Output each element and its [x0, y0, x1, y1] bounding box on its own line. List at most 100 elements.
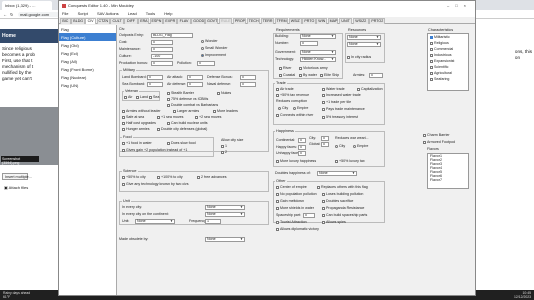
pays-trade-maintenance-checkbox[interactable]: Pays trade maintenance: [322, 107, 365, 111]
stealth-barrier-checkbox[interactable]: Stealth Barrier: [167, 91, 194, 95]
veteran-air-checkbox[interactable]: Air: [124, 95, 132, 99]
victorious-army-checkbox[interactable]: Victorious army: [299, 66, 328, 70]
gain-population-checkbox[interactable]: Gives gain +2 population instead of +1: [122, 148, 187, 152]
weather-widget[interactable]: Rainy days ahead 61°F: [3, 291, 30, 299]
tab-wsiz2[interactable]: WSIZ2: [352, 18, 369, 24]
tab-expr[interactable]: EXPR: [163, 18, 177, 24]
sea-bombard-field[interactable]: 0: [147, 82, 163, 87]
continental-field[interactable]: 0: [298, 138, 306, 143]
tab-bic[interactable]: BIC: [60, 18, 71, 24]
tourist-attraction-checkbox[interactable]: Tourist Attraction: [276, 220, 307, 224]
list-item[interactable]: Flag (Front Borne): [59, 65, 116, 73]
close-icon[interactable]: ×: [464, 3, 472, 8]
browser-tab[interactable]: Inbox (1,329) - ...: [2, 1, 52, 10]
naval-defense-field[interactable]: 0: [240, 82, 256, 87]
replaces-others-checkbox[interactable]: Replaces others with this flag: [317, 185, 368, 189]
tab-prop[interactable]: PROP: [232, 18, 247, 24]
armies-without-leader-checkbox[interactable]: Armies without leader: [122, 109, 161, 113]
unhappy-faces-field[interactable]: 0: [298, 151, 306, 156]
science-100-checkbox[interactable]: +100% to city: [157, 175, 183, 179]
no-population-pollution-checkbox[interactable]: No population pollution: [276, 192, 317, 196]
resource-1-select[interactable]: None ▼: [347, 35, 381, 40]
list-item[interactable]: Flag (All): [59, 57, 116, 65]
tab-civ[interactable]: CIV: [85, 18, 96, 24]
list-item[interactable]: Flag (Nuclear): [59, 73, 116, 81]
increased-water-trade-checkbox[interactable]: Increased water trade: [322, 93, 361, 97]
tab-tfrm[interactable]: TFRM: [274, 18, 288, 24]
propaganda-resistance-checkbox[interactable]: Propaganda Resistance: [322, 206, 364, 210]
refresh-icon[interactable]: ↻: [10, 12, 13, 17]
defense-vs-icbm-checkbox[interactable]: 75% defense vs ICBMs: [167, 97, 208, 101]
tab-espn[interactable]: ESPN: [149, 18, 163, 24]
allows-spies-checkbox[interactable]: Allows spies: [322, 220, 346, 224]
doubles-happiness-select[interactable]: None ▼: [317, 171, 357, 176]
spaceship-parts-checkbox[interactable]: Can build spaceship parts: [322, 213, 367, 217]
cost-field[interactable]: 0: [151, 40, 173, 45]
more-shields-water-checkbox[interactable]: More shields in water: [276, 206, 314, 210]
production-bonus-field[interactable]: 0: [151, 61, 173, 66]
city-size-1-checkbox[interactable]: 1: [221, 144, 227, 148]
plus-1-sea-moves-checkbox[interactable]: +1 sea moves: [157, 115, 183, 119]
tab-ctzn[interactable]: CTZN: [96, 18, 110, 24]
menu-lead[interactable]: Lead: [128, 11, 137, 16]
pollution-field[interactable]: 0: [197, 61, 215, 66]
war-city-radio[interactable]: City: [335, 144, 345, 148]
small-wonder-radio[interactable]: Small Wonder: [201, 46, 228, 50]
science-50-checkbox[interactable]: +50% to city: [122, 175, 146, 179]
menu-script[interactable]: Script: [78, 11, 88, 16]
menu-help[interactable]: Help: [164, 11, 172, 16]
veteran-sea-checkbox[interactable]: Sea: [149, 95, 159, 99]
nuclear-units-checkbox[interactable]: Can build nuclear units: [167, 121, 208, 125]
plus-2-sea-moves-checkbox[interactable]: +2 sea moves: [195, 115, 221, 119]
water-trade-checkbox[interactable]: Water trade: [322, 87, 345, 91]
improvement-radio[interactable]: Improvement: [201, 53, 226, 57]
spaceship-part-field[interactable]: 0: [303, 213, 315, 218]
taskbar-clock[interactable]: 10:45 12/12/2023: [514, 291, 531, 299]
food-in-water-checkbox[interactable]: +1 food in water: [122, 141, 152, 145]
resource-2-select[interactable]: None ▼: [347, 42, 381, 47]
loses-building-pollution-checkbox[interactable]: Loses building pollution: [322, 192, 363, 196]
tab-win[interactable]: WIN: [316, 18, 328, 24]
luxury-tax-checkbox[interactable]: +50% luxury tax: [335, 159, 365, 163]
tab-prto[interactable]: PRTO: [302, 18, 316, 24]
doubles-sacrifice-checkbox[interactable]: Doubles sacrifice: [322, 199, 353, 203]
elite-ship-checkbox[interactable]: Elite Ship: [320, 73, 339, 77]
list-item[interactable]: Flag (Old): [59, 41, 116, 49]
river-checkbox[interactable]: River: [279, 66, 291, 70]
minimize-icon[interactable]: –: [447, 3, 455, 8]
menu-file[interactable]: File: [62, 11, 68, 16]
culture-field[interactable]: -100: [151, 54, 173, 59]
flavor-item[interactable]: Flavor7: [428, 178, 468, 182]
corruption-empire-radio[interactable]: Empire: [293, 106, 308, 110]
in-city-radius-checkbox[interactable]: In city radius: [347, 55, 371, 59]
corruption-city-radio[interactable]: City: [278, 106, 288, 110]
happy-faces-field[interactable]: 0: [298, 145, 306, 150]
free-advances-checkbox[interactable]: 2 free advances: [197, 175, 227, 179]
war-empire-radio[interactable]: Empire: [353, 144, 368, 148]
treasury-interest-checkbox[interactable]: 5% treasury interest: [322, 115, 358, 119]
menu-tools[interactable]: Tools: [146, 11, 155, 16]
made-obsolete-select[interactable]: None ▼: [205, 237, 245, 242]
more-luxury-checkbox[interactable]: More luxury happiness: [276, 159, 316, 163]
more-leaders-checkbox[interactable]: More leaders: [213, 109, 238, 113]
city-size-2-checkbox[interactable]: 2: [221, 150, 227, 154]
flavors-list[interactable]: Flavor1 Flavor2 Flavor3 Flavor4 Flavor5 Flavo…: [427, 153, 469, 189]
list-item[interactable]: Flag (Ecl): [59, 49, 116, 57]
tab-terr[interactable]: TERR: [260, 18, 275, 24]
characteristic-checkbox[interactable]: Seafaring: [428, 76, 468, 82]
list-item[interactable]: Flag: [59, 25, 116, 33]
by-water-checkbox[interactable]: By water: [299, 73, 317, 77]
coastal-checkbox[interactable]: Coastal: [279, 73, 295, 77]
site-heading[interactable]: Home: [0, 29, 58, 43]
happiness-global-field[interactable]: 0: [321, 142, 329, 147]
list-item[interactable]: Flag (Culture): [59, 33, 116, 41]
menu-sav-actions[interactable]: SAV Actions: [97, 11, 119, 16]
in-every-city-continent-select[interactable]: None ▼: [205, 212, 245, 217]
slow-food-checkbox[interactable]: Does slow food: [167, 141, 196, 145]
tab-tech[interactable]: TECH: [246, 18, 261, 24]
tab-good[interactable]: GOOD: [191, 18, 205, 24]
tab-rule[interactable]: RULE: [219, 18, 233, 24]
in-every-city-select[interactable]: None ▼: [205, 205, 245, 210]
diplomatic-victory-checkbox[interactable]: Allows diplomatic victory: [276, 227, 319, 231]
gain-meltdown-checkbox[interactable]: Gain meltdown: [276, 199, 304, 203]
